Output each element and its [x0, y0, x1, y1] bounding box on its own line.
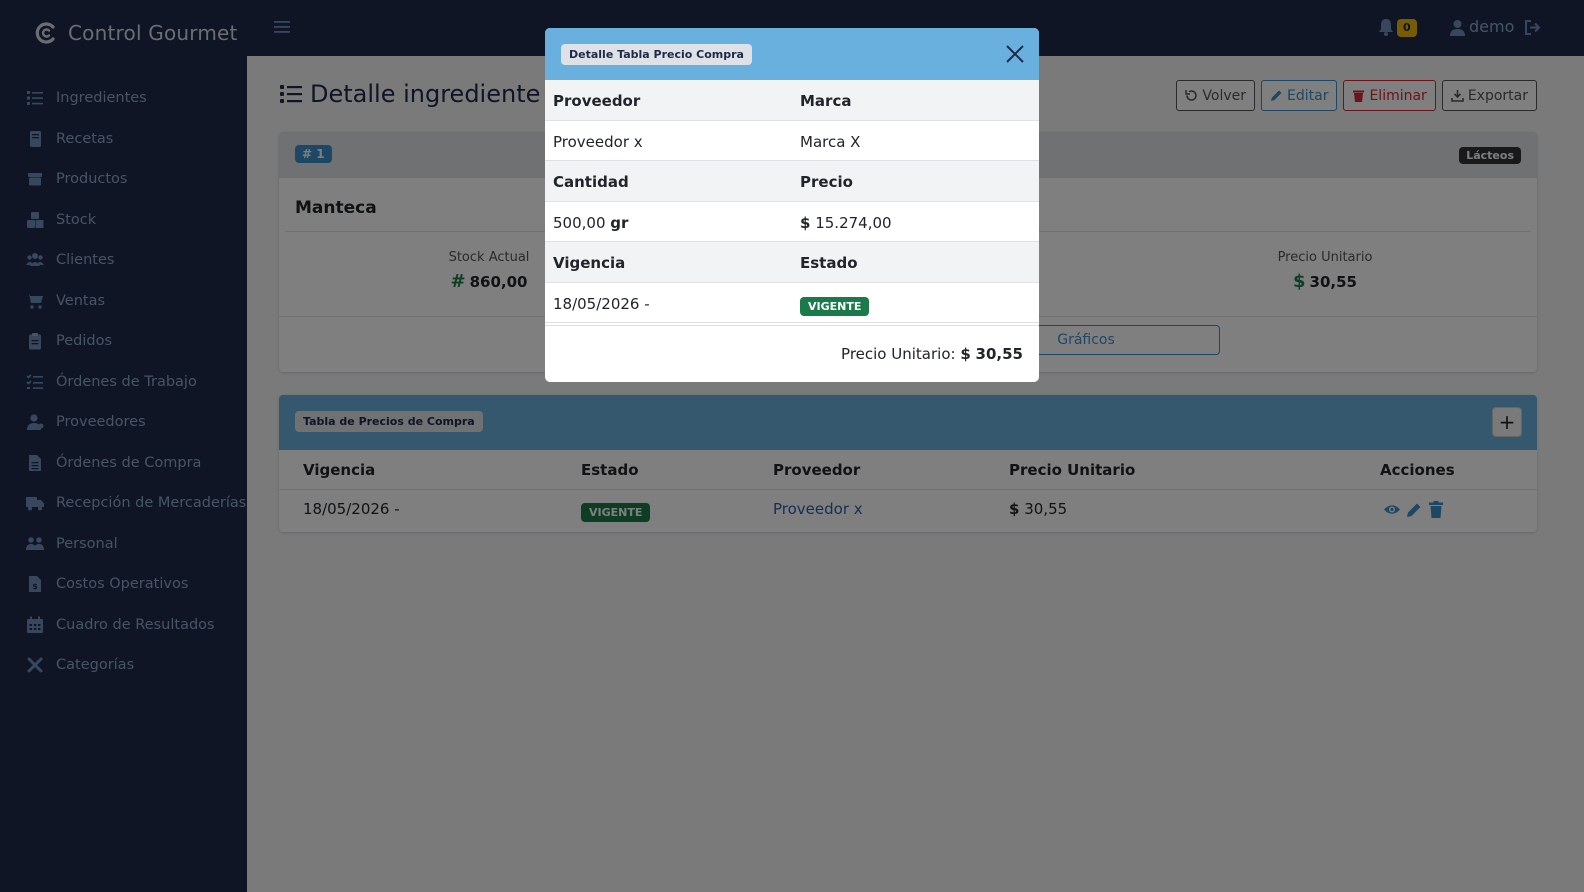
modal-footer: Precio Unitario: $ 30,55 — [545, 325, 1039, 382]
supplier-label: Proveedor — [553, 92, 641, 110]
price-label: Precio — [800, 173, 853, 191]
status-label: Estado — [800, 254, 858, 272]
footer-unit-price: Precio Unitario: $ 30,55 — [841, 345, 1023, 363]
status-badge: VIGENTE — [800, 296, 870, 316]
supplier-value: Proveedor x — [553, 132, 643, 151]
dollar-icon: $ — [960, 345, 971, 363]
modal-title: Detalle Tabla Precio Compra — [561, 44, 752, 65]
modal-row: Cantidad Precio — [545, 161, 1039, 202]
price-detail-modal: Detalle Tabla Precio Compra Proveedor Ma… — [545, 28, 1039, 382]
modal-row: Proveedor x Marca X — [545, 121, 1039, 161]
brand-label: Marca — [800, 92, 852, 110]
footer-label: Precio Unitario: — [841, 345, 956, 363]
quantity-unit: gr — [610, 213, 629, 232]
status-value: VIGENTE — [800, 296, 870, 316]
price-number: 15.274,00 — [815, 213, 892, 232]
modal-row: Proveedor Marca — [545, 80, 1039, 121]
brand-value: Marca X — [800, 132, 861, 151]
validity-label: Vigencia — [553, 254, 626, 272]
price-value: $ 15.274,00 — [800, 214, 892, 232]
modal-header: Detalle Tabla Precio Compra — [545, 28, 1039, 80]
quantity-number: 500,00 — [553, 213, 606, 232]
validity-value: 18/05/2026 - — [553, 294, 650, 313]
modal-row: 500,00 gr $ 15.274,00 — [545, 202, 1039, 242]
quantity-value: 500,00 gr — [553, 214, 628, 232]
close-icon[interactable] — [1005, 44, 1025, 64]
modal-row: Vigencia Estado — [545, 242, 1039, 283]
footer-value: 30,55 — [975, 345, 1023, 363]
modal-row: 18/05/2026 - VIGENTE — [545, 283, 1039, 323]
quantity-label: Cantidad — [553, 173, 629, 191]
dollar-icon: $ — [800, 213, 811, 232]
